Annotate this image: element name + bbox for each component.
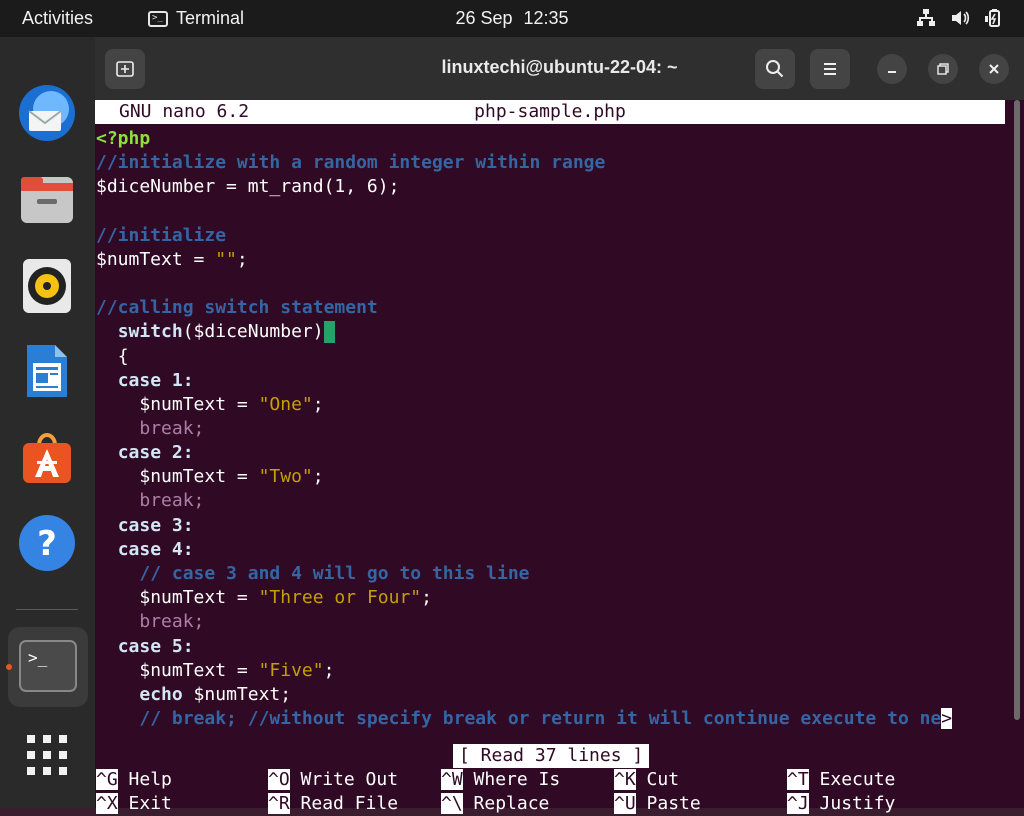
shortcut-label: Paste — [646, 793, 701, 814]
writer-icon[interactable] — [15, 339, 79, 403]
svg-text:?: ? — [37, 524, 57, 564]
shortcut-label: Write Out — [300, 769, 399, 790]
shortcut-row: ^X Exit — [96, 792, 172, 816]
code-line: // break; //without specify break or ret… — [139, 708, 953, 729]
code-line: //initialize with a random integer withi… — [96, 152, 606, 173]
shortcut-item: ^K Cut — [614, 768, 679, 792]
close-button[interactable] — [979, 54, 1009, 84]
volume-icon[interactable] — [950, 8, 970, 28]
shortcut-item: ^W Where Is — [441, 768, 560, 792]
search-button[interactable] — [755, 49, 795, 89]
shortcut-label: Where Is — [473, 769, 561, 790]
code-line: $numText = ""; — [96, 249, 248, 270]
running-indicator — [6, 664, 12, 670]
shortcut-row: ^G Help — [96, 768, 172, 792]
code-line: switch($diceNumber) — [96, 320, 335, 344]
code-line: break; — [139, 490, 205, 511]
code-line: case 4: — [117, 539, 194, 560]
minimize-icon — [888, 71, 896, 73]
svg-text:>_: >_ — [28, 648, 48, 667]
code-line: //initialize — [96, 225, 227, 246]
code-line: break; — [139, 611, 205, 632]
shortcut-key: ^G — [96, 769, 118, 790]
line-continues-marker: > — [941, 708, 953, 729]
top-bar: Activities >_ Terminal 26 Sep 12:35 — [0, 0, 1024, 37]
code-line: { — [117, 346, 129, 367]
shortcut-key: ^J — [787, 793, 809, 814]
nano-status-message: [ Read 37 lines ] — [453, 744, 650, 768]
code-line: case 1: — [117, 370, 194, 391]
shortcut-key: ^K — [614, 769, 636, 790]
hamburger-icon — [824, 63, 836, 75]
code-line: echo $numText; — [139, 684, 292, 705]
shortcut-key: ^U — [614, 793, 636, 814]
shortcut-item: ^\ Replace — [441, 792, 549, 816]
shortcut-label: Help — [128, 769, 172, 790]
code-line: $diceNumber = mt_rand(1, 6); — [96, 176, 400, 197]
shortcut-label: Read File — [300, 793, 399, 814]
network-icon[interactable] — [916, 8, 936, 28]
help-icon[interactable]: ? — [15, 511, 79, 575]
clock-time: 12:35 — [523, 8, 569, 28]
shortcut-label: Cut — [646, 769, 680, 790]
shortcut-label: Exit — [128, 793, 172, 814]
header-bar[interactable]: linuxtechi@ubuntu-22-04: ~ — [95, 37, 1024, 100]
code-line: break; — [139, 418, 205, 439]
code-line: // case 3 and 4 will go to this line — [139, 563, 530, 584]
shortcut-key: ^W — [441, 769, 463, 790]
scrollbar-thumb[interactable] — [1014, 100, 1020, 720]
code-line: $numText = "Three or Four"; — [139, 587, 432, 608]
restore-icon — [937, 63, 949, 75]
shortcut-item: ^O Write Out — [268, 768, 398, 792]
thunderbird-icon[interactable] — [15, 81, 79, 145]
maximize-button[interactable] — [928, 54, 958, 84]
minimize-button[interactable] — [877, 54, 907, 84]
code-line: <?php — [96, 128, 151, 149]
battery-icon[interactable] — [984, 8, 1004, 28]
shortcut-key: ^X — [96, 793, 118, 814]
dock-separator — [16, 609, 78, 610]
code-line: $numText = "One"; — [139, 394, 324, 415]
code-line: case 5: — [117, 636, 194, 657]
shortcut-label: Replace — [473, 793, 550, 814]
scrollbar[interactable] — [1014, 100, 1020, 808]
system-tray[interactable] — [916, 8, 1004, 28]
code-line: case 3: — [117, 515, 194, 536]
menu-button[interactable] — [810, 49, 850, 89]
terminal-icon[interactable]: >_ — [8, 627, 88, 707]
files-icon[interactable] — [15, 167, 79, 231]
shortcut-item: ^U Paste — [614, 792, 701, 816]
text-cursor — [323, 321, 335, 343]
shortcut-key: ^O — [268, 769, 290, 790]
code-line: //calling switch statement — [96, 297, 378, 318]
shortcut-key: ^T — [787, 769, 809, 790]
search-icon — [766, 60, 784, 78]
rhythmbox-icon[interactable] — [15, 253, 79, 317]
clock[interactable]: 26 Sep 12:35 — [0, 8, 1024, 29]
software-icon[interactable] — [15, 425, 79, 489]
terminal-window: linuxtechi@ubuntu-22-04: ~ GNU nano 6.2 … — [95, 37, 1024, 814]
shortcut-key: ^\ — [441, 793, 463, 814]
shortcut-label: Execute — [819, 769, 896, 790]
shortcut-item: ^R Read File — [268, 792, 398, 816]
shortcut-label: Justify — [819, 793, 896, 814]
nano-title-bar: GNU nano 6.2 php-sample.php — [95, 100, 1005, 124]
clock-date: 26 Sep — [455, 8, 513, 28]
app-grid-icon[interactable] — [15, 723, 79, 787]
nano-filename: php-sample.php — [474, 101, 626, 122]
close-icon — [989, 64, 999, 74]
shortcut-item: ^J Justify — [787, 792, 895, 816]
code-line: case 2: — [117, 442, 194, 463]
shortcut-item: ^T Execute — [787, 768, 895, 792]
dock: ? >_ — [0, 37, 95, 808]
shortcut-key: ^R — [268, 793, 290, 814]
code-line: $numText = "Five"; — [139, 660, 335, 681]
code-line: $numText = "Two"; — [139, 466, 324, 487]
terminal-content[interactable]: GNU nano 6.2 php-sample.php <?php //init… — [95, 100, 1024, 814]
